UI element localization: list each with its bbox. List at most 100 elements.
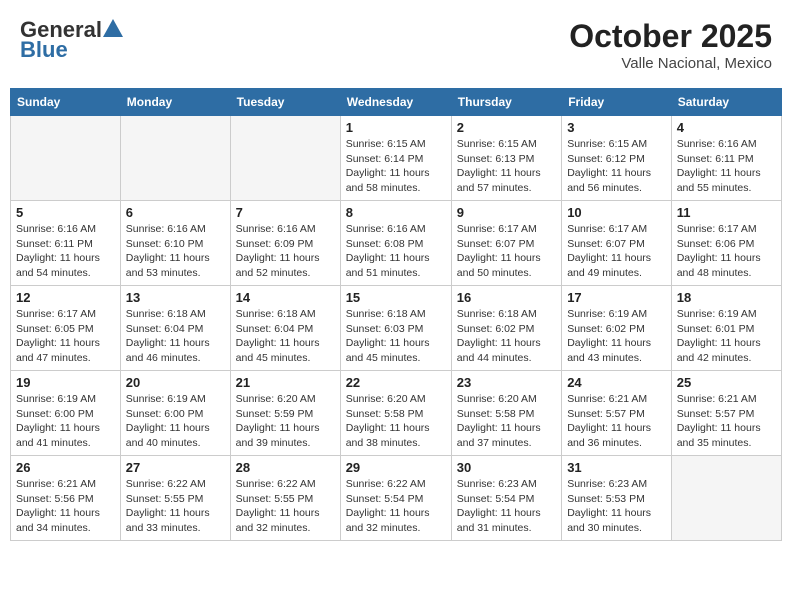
day-info: Sunrise: 6:16 AM Sunset: 6:11 PM Dayligh… bbox=[16, 222, 115, 281]
calendar-cell: 26 Sunrise: 6:21 AM Sunset: 5:56 PM Dayli… bbox=[11, 456, 121, 541]
calendar-cell: 4 Sunrise: 6:16 AM Sunset: 6:11 PM Daylig… bbox=[671, 116, 781, 201]
day-number: 9 bbox=[457, 205, 556, 220]
day-info: Sunrise: 6:20 AM Sunset: 5:59 PM Dayligh… bbox=[236, 392, 335, 451]
day-number: 22 bbox=[346, 375, 446, 390]
calendar-cell: 25 Sunrise: 6:21 AM Sunset: 5:57 PM Dayli… bbox=[671, 371, 781, 456]
day-number: 21 bbox=[236, 375, 335, 390]
calendar-header-sunday: Sunday bbox=[11, 89, 121, 116]
day-info: Sunrise: 6:17 AM Sunset: 6:07 PM Dayligh… bbox=[567, 222, 666, 281]
day-number: 31 bbox=[567, 460, 666, 475]
day-info: Sunrise: 6:15 AM Sunset: 6:13 PM Dayligh… bbox=[457, 137, 556, 196]
calendar-cell: 19 Sunrise: 6:19 AM Sunset: 6:00 PM Dayli… bbox=[11, 371, 121, 456]
calendar-cell bbox=[120, 116, 230, 201]
calendar-header-friday: Friday bbox=[562, 89, 672, 116]
day-info: Sunrise: 6:22 AM Sunset: 5:55 PM Dayligh… bbox=[126, 477, 225, 536]
logo-icon bbox=[103, 18, 123, 36]
calendar-cell: 30Sunrise: 6:23 AM Sunset: 5:54 PM Dayli… bbox=[451, 456, 561, 541]
day-number: 1 bbox=[346, 120, 446, 135]
day-number: 7 bbox=[236, 205, 335, 220]
day-number: 12 bbox=[16, 290, 115, 305]
calendar-cell: 8Sunrise: 6:16 AM Sunset: 6:08 PM Daylig… bbox=[340, 201, 451, 286]
calendar-cell: 18 Sunrise: 6:19 AM Sunset: 6:01 PM Dayli… bbox=[671, 286, 781, 371]
day-number: 16 bbox=[457, 290, 556, 305]
day-number: 19 bbox=[16, 375, 115, 390]
location: Valle Nacional, Mexico bbox=[569, 55, 772, 72]
day-info: Sunrise: 6:21 AM Sunset: 5:56 PM Dayligh… bbox=[16, 477, 115, 536]
day-info: Sunrise: 6:18 AM Sunset: 6:03 PM Dayligh… bbox=[346, 307, 446, 366]
day-info: Sunrise: 6:21 AM Sunset: 5:57 PM Dayligh… bbox=[567, 392, 666, 451]
day-number: 28 bbox=[236, 460, 335, 475]
week-row-5: 26 Sunrise: 6:21 AM Sunset: 5:56 PM Dayli… bbox=[11, 456, 782, 541]
day-number: 17 bbox=[567, 290, 666, 305]
day-number: 20 bbox=[126, 375, 225, 390]
calendar-cell: 13Sunrise: 6:18 AM Sunset: 6:04 PM Dayli… bbox=[120, 286, 230, 371]
day-number: 27 bbox=[126, 460, 225, 475]
day-number: 26 bbox=[16, 460, 115, 475]
calendar-cell: 22 Sunrise: 6:20 AM Sunset: 5:58 PM Dayli… bbox=[340, 371, 451, 456]
calendar-cell: 15 Sunrise: 6:18 AM Sunset: 6:03 PM Dayli… bbox=[340, 286, 451, 371]
calendar-header-tuesday: Tuesday bbox=[230, 89, 340, 116]
day-number: 2 bbox=[457, 120, 556, 135]
day-number: 5 bbox=[16, 205, 115, 220]
day-number: 25 bbox=[677, 375, 776, 390]
title-block: October 2025 Valle Nacional, Mexico bbox=[569, 18, 772, 72]
calendar-cell: 20 Sunrise: 6:19 AM Sunset: 6:00 PM Dayli… bbox=[120, 371, 230, 456]
day-number: 13 bbox=[126, 290, 225, 305]
day-number: 3 bbox=[567, 120, 666, 135]
calendar-cell: 10 Sunrise: 6:17 AM Sunset: 6:07 PM Dayli… bbox=[562, 201, 672, 286]
day-number: 6 bbox=[126, 205, 225, 220]
week-row-4: 19 Sunrise: 6:19 AM Sunset: 6:00 PM Dayli… bbox=[11, 371, 782, 456]
calendar-cell: 29Sunrise: 6:22 AM Sunset: 5:54 PM Dayli… bbox=[340, 456, 451, 541]
day-info: Sunrise: 6:18 AM Sunset: 6:02 PM Dayligh… bbox=[457, 307, 556, 366]
day-info: Sunrise: 6:22 AM Sunset: 5:54 PM Dayligh… bbox=[346, 477, 446, 536]
calendar-cell: 2 Sunrise: 6:15 AM Sunset: 6:13 PM Daylig… bbox=[451, 116, 561, 201]
day-info: Sunrise: 6:19 AM Sunset: 6:02 PM Dayligh… bbox=[567, 307, 666, 366]
calendar-header-monday: Monday bbox=[120, 89, 230, 116]
day-info: Sunrise: 6:19 AM Sunset: 6:01 PM Dayligh… bbox=[677, 307, 776, 366]
calendar-cell: 12 Sunrise: 6:17 AM Sunset: 6:05 PM Dayli… bbox=[11, 286, 121, 371]
day-number: 18 bbox=[677, 290, 776, 305]
calendar-cell: 6Sunrise: 6:16 AM Sunset: 6:10 PM Daylig… bbox=[120, 201, 230, 286]
day-info: Sunrise: 6:16 AM Sunset: 6:09 PM Dayligh… bbox=[236, 222, 335, 281]
logo-blue-text: Blue bbox=[20, 37, 68, 62]
calendar-cell: 24 Sunrise: 6:21 AM Sunset: 5:57 PM Dayli… bbox=[562, 371, 672, 456]
day-number: 23 bbox=[457, 375, 556, 390]
month-title: October 2025 bbox=[569, 18, 772, 55]
calendar-cell: 3Sunrise: 6:15 AM Sunset: 6:12 PM Daylig… bbox=[562, 116, 672, 201]
calendar-cell: 14 Sunrise: 6:18 AM Sunset: 6:04 PM Dayli… bbox=[230, 286, 340, 371]
day-number: 30 bbox=[457, 460, 556, 475]
day-info: Sunrise: 6:23 AM Sunset: 5:53 PM Dayligh… bbox=[567, 477, 666, 536]
calendar-cell: 23 Sunrise: 6:20 AM Sunset: 5:58 PM Dayli… bbox=[451, 371, 561, 456]
calendar-table: SundayMondayTuesdayWednesdayThursdayFrid… bbox=[10, 88, 782, 541]
day-info: Sunrise: 6:19 AM Sunset: 6:00 PM Dayligh… bbox=[16, 392, 115, 451]
calendar-cell: 17 Sunrise: 6:19 AM Sunset: 6:02 PM Dayli… bbox=[562, 286, 672, 371]
week-row-1: 1 Sunrise: 6:15 AM Sunset: 6:14 PM Daylig… bbox=[11, 116, 782, 201]
logo: General Blue bbox=[20, 18, 123, 62]
day-info: Sunrise: 6:17 AM Sunset: 6:06 PM Dayligh… bbox=[677, 222, 776, 281]
day-info: Sunrise: 6:16 AM Sunset: 6:11 PM Dayligh… bbox=[677, 137, 776, 196]
week-row-3: 12 Sunrise: 6:17 AM Sunset: 6:05 PM Dayli… bbox=[11, 286, 782, 371]
day-info: Sunrise: 6:21 AM Sunset: 5:57 PM Dayligh… bbox=[677, 392, 776, 451]
day-info: Sunrise: 6:17 AM Sunset: 6:05 PM Dayligh… bbox=[16, 307, 115, 366]
calendar-cell: 31 Sunrise: 6:23 AM Sunset: 5:53 PM Dayli… bbox=[562, 456, 672, 541]
day-number: 10 bbox=[567, 205, 666, 220]
day-info: Sunrise: 6:20 AM Sunset: 5:58 PM Dayligh… bbox=[346, 392, 446, 451]
day-info: Sunrise: 6:17 AM Sunset: 6:07 PM Dayligh… bbox=[457, 222, 556, 281]
day-number: 4 bbox=[677, 120, 776, 135]
day-info: Sunrise: 6:18 AM Sunset: 6:04 PM Dayligh… bbox=[236, 307, 335, 366]
day-info: Sunrise: 6:19 AM Sunset: 6:00 PM Dayligh… bbox=[126, 392, 225, 451]
day-number: 14 bbox=[236, 290, 335, 305]
day-info: Sunrise: 6:15 AM Sunset: 6:14 PM Dayligh… bbox=[346, 137, 446, 196]
day-number: 24 bbox=[567, 375, 666, 390]
day-info: Sunrise: 6:20 AM Sunset: 5:58 PM Dayligh… bbox=[457, 392, 556, 451]
calendar-header-thursday: Thursday bbox=[451, 89, 561, 116]
day-info: Sunrise: 6:16 AM Sunset: 6:08 PM Dayligh… bbox=[346, 222, 446, 281]
day-info: Sunrise: 6:22 AM Sunset: 5:55 PM Dayligh… bbox=[236, 477, 335, 536]
page-header: General Blue October 2025 Valle Nacional… bbox=[10, 10, 782, 80]
calendar-header-wednesday: Wednesday bbox=[340, 89, 451, 116]
calendar-cell: 21 Sunrise: 6:20 AM Sunset: 5:59 PM Dayli… bbox=[230, 371, 340, 456]
day-number: 15 bbox=[346, 290, 446, 305]
calendar-cell: 1 Sunrise: 6:15 AM Sunset: 6:14 PM Daylig… bbox=[340, 116, 451, 201]
calendar-cell: 28 Sunrise: 6:22 AM Sunset: 5:55 PM Dayli… bbox=[230, 456, 340, 541]
calendar-cell: 9 Sunrise: 6:17 AM Sunset: 6:07 PM Daylig… bbox=[451, 201, 561, 286]
